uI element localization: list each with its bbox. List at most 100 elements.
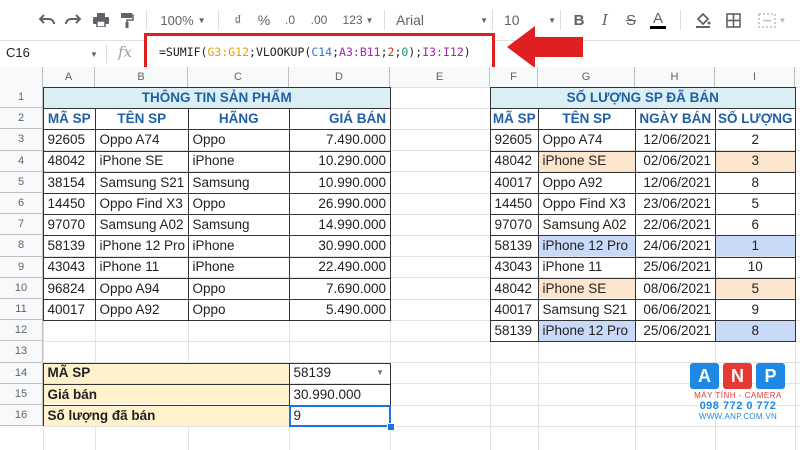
right-table-cell[interactable]: 9 — [716, 299, 796, 320]
right-table-cell[interactable]: 14450 — [491, 193, 539, 214]
left-table-cell[interactable]: Samsung A02 — [96, 214, 189, 235]
formula-input[interactable]: =SUMIF(G3:G12;VLOOKUP(C14;A3:B11;2;0);I3… — [159, 45, 471, 59]
left-table-cell[interactable]: 30.990.000 — [290, 235, 391, 256]
left-table-cell[interactable]: Samsung — [189, 214, 290, 235]
right-table-cell[interactable]: iPhone 11 — [539, 257, 636, 278]
right-table-cell[interactable]: Oppo Find X3 — [539, 193, 636, 214]
left-table-cell[interactable]: 10.990.000 — [290, 172, 391, 193]
right-table-cell[interactable]: Samsung A02 — [539, 214, 636, 235]
row-header-7[interactable]: 7 — [0, 214, 43, 236]
left-table-header[interactable]: GIÁ BÁN — [290, 108, 391, 129]
undo-icon[interactable] — [36, 8, 58, 32]
row-header-3[interactable]: 3 — [0, 129, 43, 151]
zoom-select[interactable]: 100% ▼ — [158, 8, 208, 32]
right-table-cell[interactable]: 58139 — [491, 235, 539, 256]
row-header-11[interactable]: 11 — [0, 299, 43, 321]
right-table-cell[interactable]: iPhone 12 Pro — [538, 320, 635, 341]
print-icon[interactable] — [90, 8, 112, 32]
right-table-cell[interactable]: 48042 — [491, 278, 539, 299]
left-table-cell[interactable]: Oppo Find X3 — [96, 193, 189, 214]
left-table-cell[interactable]: 14.990.000 — [290, 214, 391, 235]
text-color-button[interactable]: A — [648, 8, 668, 32]
right-table-cell[interactable]: 43043 — [491, 257, 539, 278]
left-table-header[interactable]: TÊN SP — [96, 108, 189, 129]
percent-format-button[interactable]: % — [256, 8, 272, 32]
row-header-4[interactable]: 4 — [0, 150, 43, 172]
redo-icon[interactable] — [62, 8, 84, 32]
row-header-15[interactable]: 15 — [0, 383, 43, 405]
column-header-a[interactable]: A — [43, 67, 95, 87]
lookup-label[interactable]: Giá bán — [43, 383, 289, 405]
right-table-cell[interactable]: 97070 — [491, 214, 539, 235]
column-header-i[interactable]: I — [715, 67, 795, 87]
product-code-dropdown[interactable]: 58139 ▼ — [290, 363, 391, 384]
right-table-header[interactable]: TÊN SP — [539, 108, 636, 129]
left-table-cell[interactable]: Oppo — [189, 278, 290, 299]
right-table-cell[interactable]: iPhone SE — [538, 277, 635, 299]
right-table-cell[interactable]: 12/06/2021 — [636, 129, 716, 150]
right-table-cell[interactable]: iPhone SE — [538, 150, 635, 172]
row-header-10[interactable]: 10 — [0, 277, 43, 299]
strikethrough-button[interactable]: S — [622, 8, 640, 32]
select-all-corner[interactable] — [0, 67, 43, 87]
chevron-down-icon[interactable]: ▼ — [90, 50, 98, 59]
right-table-cell[interactable]: 8 — [716, 172, 796, 193]
left-table-cell[interactable]: Oppo — [189, 129, 290, 150]
fill-handle[interactable] — [387, 423, 395, 432]
left-table-cell[interactable]: 96824 — [44, 278, 96, 299]
right-table-cell[interactable]: Oppo A92 — [539, 172, 636, 193]
row-header-16[interactable]: 16 — [0, 405, 43, 427]
row-header-1[interactable]: 1 — [0, 87, 43, 109]
left-table-cell[interactable]: 14450 — [44, 193, 96, 214]
row-header-12[interactable]: 12 — [0, 320, 43, 342]
right-table-cell[interactable]: 25/06/2021 — [636, 320, 716, 341]
left-table-cell[interactable]: 58139 — [44, 235, 96, 256]
left-table-cell[interactable]: Samsung — [189, 172, 290, 193]
left-table-cell[interactable]: iPhone 12 Pro — [96, 235, 189, 256]
left-table-header[interactable]: MÃ SP — [44, 108, 96, 129]
left-table-cell[interactable]: 26.990.000 — [290, 193, 391, 214]
right-table-cell[interactable]: 08/06/2021 — [636, 278, 716, 299]
right-table-cell[interactable]: Oppo A74 — [539, 129, 636, 150]
left-table-cell[interactable]: 92605 — [44, 129, 96, 150]
left-table-cell[interactable]: 38154 — [44, 172, 96, 193]
right-table-header[interactable]: SỐ LƯỢNG — [716, 108, 796, 129]
right-table-cell[interactable]: 02/06/2021 — [636, 151, 716, 172]
left-table-cell[interactable]: 97070 — [44, 214, 96, 235]
right-table-cell[interactable]: 58139 — [491, 320, 539, 341]
font-select[interactable]: Arial ▼ — [392, 8, 492, 32]
left-table-cell[interactable]: iPhone — [189, 151, 290, 172]
right-table-cell[interactable]: Samsung S21 — [539, 299, 636, 320]
lookup-label[interactable]: MÃ SP — [43, 362, 289, 384]
left-table-cell[interactable]: Oppo A94 — [96, 278, 189, 299]
right-table-cell[interactable]: 06/06/2021 — [636, 299, 716, 320]
column-header-b[interactable]: B — [95, 67, 188, 87]
row-header-13[interactable]: 13 — [0, 341, 43, 363]
borders-icon[interactable] — [722, 8, 744, 32]
right-table-cell[interactable]: 40017 — [491, 172, 539, 193]
left-table-cell[interactable]: iPhone 11 — [96, 257, 189, 278]
column-header-g[interactable]: G — [538, 67, 635, 87]
left-table-cell[interactable]: 10.290.000 — [290, 151, 391, 172]
column-header-h[interactable]: H — [635, 67, 715, 87]
increase-decimal-button[interactable]: .00 — [306, 8, 332, 32]
row-header-9[interactable]: 9 — [0, 256, 43, 278]
paint-format-icon[interactable] — [116, 8, 138, 32]
right-table-cell[interactable]: 40017 — [491, 299, 539, 320]
decrease-decimal-button[interactable]: .0 — [280, 8, 300, 32]
row-header-14[interactable]: 14 — [0, 362, 43, 384]
right-table-cell[interactable]: 5 — [716, 193, 796, 214]
right-table-cell[interactable]: 12/06/2021 — [636, 172, 716, 193]
right-table-cell[interactable]: 6 — [716, 214, 796, 235]
right-table-cell[interactable]: 1 — [715, 235, 795, 257]
left-table-cell[interactable]: 7.690.000 — [290, 278, 391, 299]
right-table-cell[interactable]: 25/06/2021 — [636, 257, 716, 278]
row-header-5[interactable]: 5 — [0, 171, 43, 193]
left-table-cell[interactable]: iPhone SE — [96, 151, 189, 172]
right-table-cell[interactable]: 22/06/2021 — [636, 214, 716, 235]
right-table-header[interactable]: MÃ SP — [491, 108, 539, 129]
row-header-6[interactable]: 6 — [0, 193, 43, 215]
column-header-f[interactable]: F — [490, 67, 538, 87]
left-table-cell[interactable]: Oppo A92 — [96, 299, 189, 320]
column-header-e[interactable]: E — [390, 67, 490, 87]
